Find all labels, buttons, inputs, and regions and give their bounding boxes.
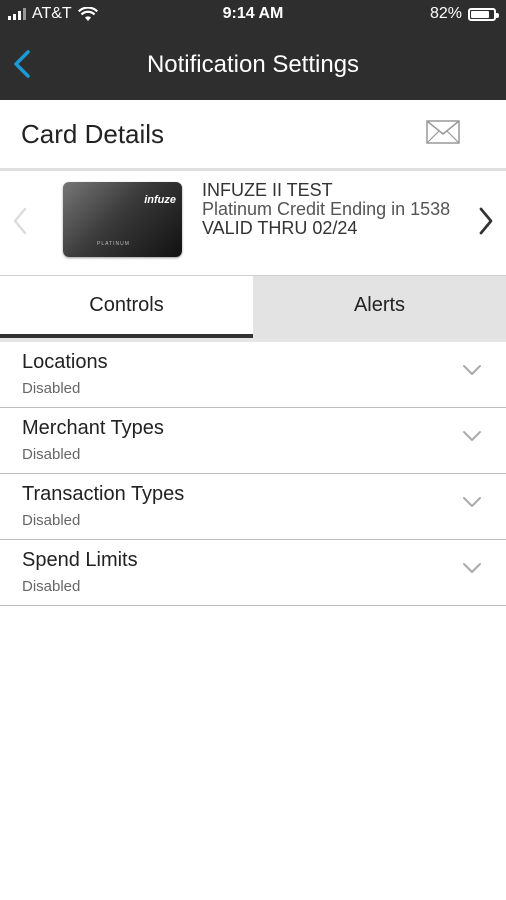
top-bar: AT&T 9:14 AM 82% Notification Settings [0, 0, 506, 100]
control-status: Disabled [22, 446, 81, 463]
card-tier-label: PLATINUM [97, 241, 130, 247]
card-info: INFUZE II TEST Platinum Credit Ending in… [202, 181, 452, 238]
battery-percent: 82% [429, 5, 462, 22]
mail-icon[interactable] [426, 120, 460, 144]
card-valid-thru: VALID THRU 02/24 [202, 218, 358, 238]
next-card-icon[interactable] [476, 205, 496, 237]
chevron-down-icon[interactable] [462, 364, 482, 376]
controls-list: Locations Disabled Merchant Types Disabl… [0, 342, 506, 606]
card-carousel: infuze PLATINUM INFUZE II TEST Platinum … [0, 171, 506, 276]
chevron-down-icon[interactable] [462, 562, 482, 574]
control-item-spend-limits[interactable]: Spend Limits Disabled [0, 540, 506, 606]
control-title: Spend Limits [22, 549, 138, 571]
previous-card-icon[interactable] [10, 205, 30, 237]
chevron-down-icon[interactable] [462, 430, 482, 442]
chevron-down-icon[interactable] [462, 496, 482, 508]
card-name: INFUZE II TEST [202, 180, 333, 200]
control-status: Disabled [22, 578, 81, 595]
card-details-header: Card Details [0, 100, 506, 171]
control-status: Disabled [22, 380, 81, 397]
page-title: Notification Settings [146, 51, 360, 78]
card-brand-logo: infuze [144, 194, 176, 206]
control-title: Transaction Types [22, 483, 185, 505]
battery-icon [468, 7, 499, 21]
control-status: Disabled [22, 512, 81, 529]
tab-controls[interactable]: Controls [0, 276, 253, 338]
control-title: Merchant Types [22, 417, 164, 439]
card-description: Platinum Credit Ending in 1538 [202, 199, 451, 219]
status-bar: AT&T 9:14 AM 82% [0, 0, 506, 30]
nav-bar: Notification Settings [0, 30, 506, 100]
control-title: Locations [22, 351, 108, 373]
tab-bar: Controls Alerts [0, 276, 506, 338]
control-item-transaction-types[interactable]: Transaction Types Disabled [0, 474, 506, 540]
tab-alerts[interactable]: Alerts [253, 276, 506, 338]
credit-card-image: infuze PLATINUM [63, 182, 182, 257]
card-details-label: Card Details [21, 119, 165, 149]
control-item-locations[interactable]: Locations Disabled [0, 342, 506, 408]
control-item-merchant-types[interactable]: Merchant Types Disabled [0, 408, 506, 474]
